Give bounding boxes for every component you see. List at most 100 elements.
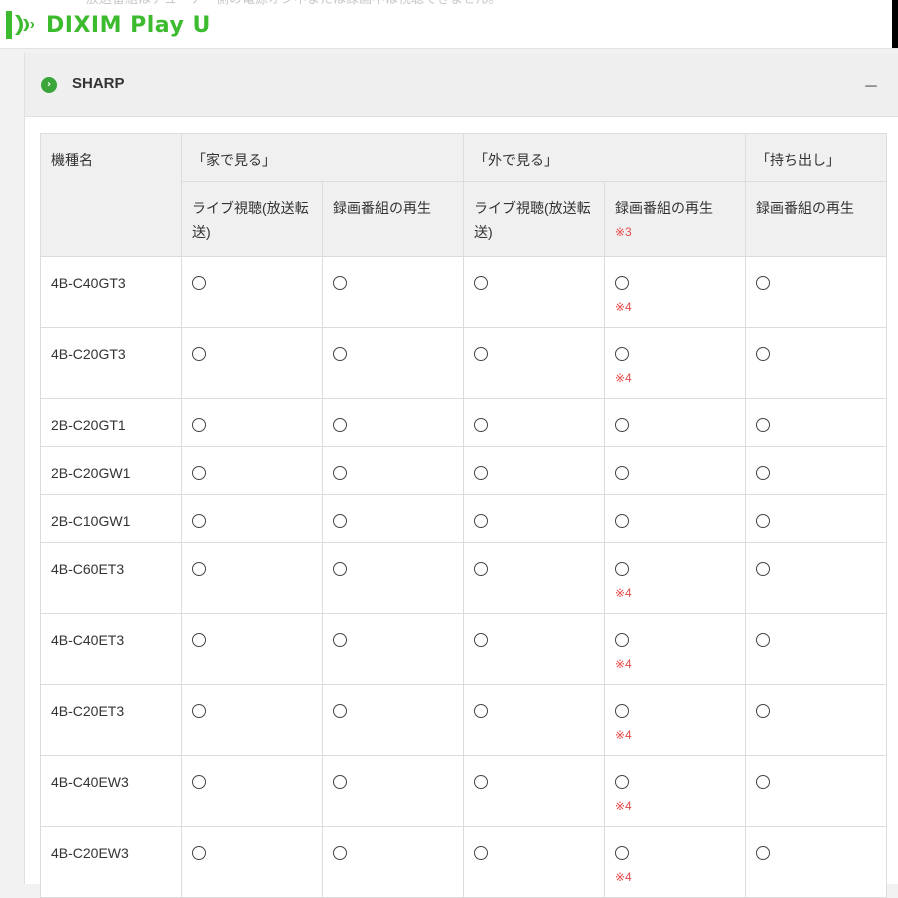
available-circle-icon xyxy=(756,704,770,719)
table-row: 4B-C60ET3 ※4 xyxy=(40,542,887,614)
available-circle-icon xyxy=(615,347,629,362)
availability-cell: ※4 xyxy=(604,826,746,898)
table-row: 4B-C20EW3 ※4 xyxy=(40,826,887,898)
available-circle-icon xyxy=(474,276,488,291)
availability-cell: ※4 xyxy=(604,684,746,756)
note-4: ※4 xyxy=(615,586,632,600)
availability-cell: ※4 xyxy=(604,613,746,685)
header-notice-text: 放送番組はチューナー側の電源オン中または録画中は視聴できません。 xyxy=(86,0,502,8)
collapse-icon[interactable]: － xyxy=(863,73,879,97)
availability-cell xyxy=(745,327,887,399)
model-name-cell: 2B-C20GW1 xyxy=(40,446,182,495)
availability-cell xyxy=(181,327,323,399)
available-circle-icon xyxy=(333,418,347,433)
available-circle-icon xyxy=(756,633,770,648)
availability-cell xyxy=(322,327,464,399)
available-circle-icon xyxy=(615,418,629,433)
available-circle-icon xyxy=(474,418,488,433)
available-circle-icon xyxy=(756,466,770,481)
available-circle-icon xyxy=(192,775,206,790)
available-circle-icon xyxy=(474,704,488,719)
note-4: ※4 xyxy=(615,870,632,884)
available-circle-icon xyxy=(192,466,206,481)
available-circle-icon xyxy=(333,466,347,481)
table-row: 4B-C40GT3 ※4 xyxy=(40,256,887,328)
note-4: ※4 xyxy=(615,728,632,742)
availability-cell xyxy=(745,684,887,756)
table-row: 4B-C20GT3 ※4 xyxy=(40,327,887,399)
note-4: ※4 xyxy=(615,300,632,314)
available-circle-icon xyxy=(756,347,770,362)
site-header: 放送番組はチューナー側の電源オン中または録画中は視聴できません。 DIXIM P… xyxy=(0,0,898,49)
model-name-cell: 4B-C20EW3 xyxy=(40,826,182,898)
availability-cell xyxy=(604,494,746,543)
availability-cell xyxy=(745,494,887,543)
table-row: 4B-C40ET3 ※4 xyxy=(40,613,887,685)
model-name-cell: 4B-C40ET3 xyxy=(40,613,182,685)
availability-cell xyxy=(181,542,323,614)
available-circle-icon xyxy=(756,418,770,433)
available-circle-icon xyxy=(615,466,629,481)
availability-cell xyxy=(745,755,887,827)
available-circle-icon xyxy=(333,775,347,790)
availability-cell xyxy=(745,398,887,447)
logo-mark-icon xyxy=(6,11,34,39)
availability-cell xyxy=(181,755,323,827)
table-row: 2B-C20GT1 xyxy=(40,398,887,447)
available-circle-icon xyxy=(474,347,488,362)
availability-cell xyxy=(745,446,887,495)
table-row: 2B-C10GW1 xyxy=(40,494,887,543)
available-circle-icon xyxy=(192,418,206,433)
model-name-cell: 4B-C40EW3 xyxy=(40,755,182,827)
subheader-home-recorded: 録画番組の再生 xyxy=(322,181,464,257)
available-circle-icon xyxy=(474,514,488,529)
availability-cell: ※4 xyxy=(604,755,746,827)
table-row: 4B-C40EW3 ※4 xyxy=(40,755,887,827)
availability-cell xyxy=(463,398,605,447)
table-row: 2B-C20GW1 xyxy=(40,446,887,495)
available-circle-icon xyxy=(615,562,629,577)
available-circle-icon xyxy=(756,514,770,529)
header-out: 「外で見る」 xyxy=(463,133,746,182)
availability-cell xyxy=(463,755,605,827)
availability-cell xyxy=(604,446,746,495)
availability-cell xyxy=(322,755,464,827)
availability-cell xyxy=(463,826,605,898)
available-circle-icon xyxy=(192,562,206,577)
available-circle-icon xyxy=(192,514,206,529)
accordion-header[interactable]: › SHARP － xyxy=(25,53,898,117)
model-name-cell: 2B-C10GW1 xyxy=(40,494,182,543)
available-circle-icon xyxy=(333,633,347,648)
compatibility-table: 機種名 「家で見る」 「外で見る」 「持ち出し」 ライブ視聴(放送転送) 録画番… xyxy=(40,133,887,898)
available-circle-icon xyxy=(474,466,488,481)
available-circle-icon xyxy=(615,633,629,648)
available-circle-icon xyxy=(333,347,347,362)
availability-cell xyxy=(181,613,323,685)
availability-cell xyxy=(181,446,323,495)
available-circle-icon xyxy=(192,347,206,362)
availability-cell xyxy=(322,826,464,898)
availability-cell: ※4 xyxy=(604,327,746,399)
table-row: 4B-C20ET3 ※4 xyxy=(40,684,887,756)
dixim-logo[interactable]: DIXIM Play U xyxy=(4,9,211,41)
scrollbar-edge xyxy=(892,0,898,48)
chevron-right-icon: › xyxy=(41,77,57,93)
available-circle-icon xyxy=(192,704,206,719)
availability-cell xyxy=(463,446,605,495)
availability-cell xyxy=(463,684,605,756)
available-circle-icon xyxy=(333,514,347,529)
accordion-title: SHARP xyxy=(72,75,125,92)
model-name-cell: 4B-C60ET3 xyxy=(40,542,182,614)
available-circle-icon xyxy=(333,562,347,577)
availability-cell xyxy=(322,542,464,614)
availability-cell xyxy=(463,327,605,399)
subheader-home-live: ライブ視聴(放送転送) xyxy=(181,181,323,257)
model-name-cell: 4B-C20ET3 xyxy=(40,684,182,756)
available-circle-icon xyxy=(615,704,629,719)
logo-wordmark: DIXIM Play U xyxy=(46,12,211,38)
availability-cell xyxy=(463,494,605,543)
available-circle-icon xyxy=(756,775,770,790)
available-circle-icon xyxy=(615,846,629,861)
subheader-out-live: ライブ視聴(放送転送) xyxy=(463,181,605,257)
availability-cell: ※4 xyxy=(604,542,746,614)
